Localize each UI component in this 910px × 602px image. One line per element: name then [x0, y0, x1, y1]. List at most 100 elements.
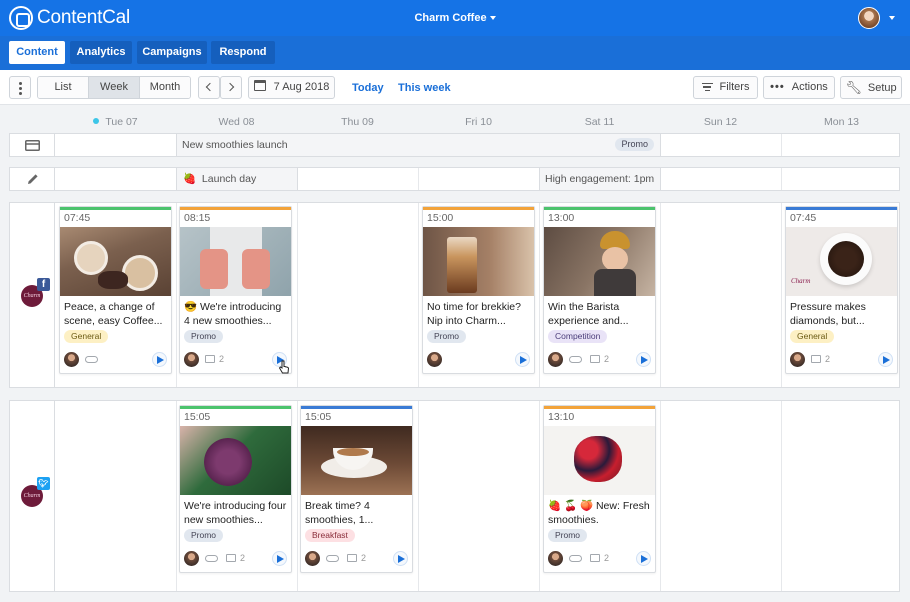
logo-icon [9, 6, 33, 30]
twitter-channel-header: Charm 🐦︎ [10, 401, 55, 591]
post-card[interactable]: 15:00 No time for brekkie? Nip into Char… [422, 206, 535, 374]
post-caption: Break time? 4 smoothies, 1... [305, 500, 374, 526]
post-caption: We're introducing four new smoothies... [184, 500, 287, 526]
post-card[interactable]: 08:15 😎 We're introducing 4 new smoothie… [179, 206, 292, 374]
tab-content[interactable]: Content [9, 41, 65, 64]
app-logo[interactable]: ContentCal [9, 6, 130, 30]
link-icon [205, 555, 218, 562]
logo-watermark: Charm [791, 277, 811, 285]
send-button[interactable] [636, 352, 651, 367]
comment-count: 2 [219, 354, 225, 364]
comment-icon [226, 554, 236, 562]
cell-divider [781, 134, 782, 156]
comment-icon [811, 355, 821, 363]
post-tag: Promo [184, 529, 224, 542]
post-caption: Peace, a change of scene, easy Coffee... [64, 301, 163, 327]
wrench-icon: 🔧︎ [845, 80, 862, 95]
day-label: Tue 07 [105, 116, 138, 128]
facebook-icon: f [37, 278, 50, 291]
author-avatar [548, 352, 563, 367]
post-image [180, 227, 291, 296]
post-time: 08:15 [184, 212, 211, 224]
post-tag: Promo [184, 330, 224, 343]
link-icon [569, 356, 582, 363]
cell-divider [297, 401, 298, 591]
actions-button[interactable]: ••• Actions [763, 76, 835, 99]
user-avatar[interactable] [858, 7, 880, 29]
post-card[interactable]: 15:05 Break time? 4 smoothies, 1... Brea… [300, 405, 413, 573]
post-tag: Promo [427, 330, 467, 343]
post-caption: Pressure makes diamonds, but... [790, 301, 866, 327]
note-launch-label: Launch day [201, 173, 257, 185]
author-avatar [184, 352, 199, 367]
link-icon [85, 356, 98, 363]
post-tag: Promo [548, 529, 588, 542]
campaign-row-header [10, 134, 55, 156]
today-link[interactable]: Today [352, 82, 384, 94]
post-time: 15:05 [184, 411, 211, 423]
prev-week-button[interactable] [198, 76, 220, 99]
view-month-button[interactable]: Month [140, 77, 190, 98]
setup-button[interactable]: 🔧︎ Setup [840, 76, 902, 99]
send-button[interactable] [515, 352, 530, 367]
day-header-fri: Fri 10 [465, 116, 492, 128]
post-card[interactable]: 07:45 Peace, a change of scene, easy Cof… [59, 206, 172, 374]
next-week-button[interactable] [220, 76, 242, 99]
chevron-right-icon [225, 82, 235, 92]
post-image [60, 227, 171, 296]
post-footer [427, 352, 530, 368]
post-card[interactable]: 15:05 We're introducing four new smoothi… [179, 405, 292, 573]
send-button[interactable] [152, 352, 167, 367]
tab-respond[interactable]: Respond [211, 41, 275, 64]
tab-analytics[interactable]: Analytics [70, 41, 132, 64]
campaign-bar[interactable]: New smoothies launch Promo [176, 134, 661, 156]
user-menu-chevron-icon[interactable] [889, 16, 895, 20]
post-tag: Breakfast [305, 529, 355, 542]
date-picker-button[interactable]: 7 Aug 2018 [248, 76, 335, 99]
view-list-button[interactable]: List [38, 77, 89, 98]
post-tag: Competition [548, 330, 608, 343]
post-card[interactable]: 07:45 Charm Pressure makes diamonds, but… [785, 206, 898, 374]
post-footer: 2 [548, 551, 651, 567]
this-week-link[interactable]: This week [398, 82, 451, 94]
author-avatar [64, 352, 79, 367]
post-caption: 🍓 🍒 🍑 New: Fresh smoothies. [548, 500, 650, 526]
tab-campaigns[interactable]: Campaigns [137, 41, 207, 64]
send-button[interactable] [393, 551, 408, 566]
calendar-icon [253, 80, 266, 91]
post-time: 07:45 [790, 212, 817, 224]
day-header-mon: Mon 13 [823, 116, 860, 128]
comment-count: 2 [825, 354, 831, 364]
note-launch-day[interactable]: 🍓 Launch day [176, 168, 298, 190]
strawberry-icon: 🍓 [183, 173, 197, 185]
post-caption: No time for brekkie? Nip into Charm... [427, 301, 521, 327]
account-switcher[interactable]: Charm Coffee [400, 12, 510, 24]
cell-divider [176, 203, 177, 387]
hand-cursor-icon [278, 360, 290, 374]
post-image [301, 426, 412, 495]
send-button[interactable] [636, 551, 651, 566]
notes-row: 🍓 Launch day High engagement: 1pm [9, 167, 900, 191]
more-options-icon[interactable] [9, 76, 31, 99]
cell-divider [781, 168, 782, 190]
view-week-button[interactable]: Week [89, 77, 140, 98]
post-image [544, 426, 655, 495]
account-name: Charm Coffee [414, 12, 487, 24]
author-avatar [184, 551, 199, 566]
send-button[interactable] [272, 551, 287, 566]
post-card[interactable]: 13:00 Win the Barista experience and... … [543, 206, 656, 374]
cell-divider [297, 203, 298, 387]
notes-row-header [10, 168, 55, 190]
post-caption: Win the Barista experience and... [548, 301, 629, 327]
filters-button[interactable]: Filters [693, 76, 758, 99]
cell-divider [660, 401, 661, 591]
note-engagement-label: High engagement: 1pm [545, 173, 655, 185]
main-nav: Content Analytics Campaigns Respond [0, 36, 910, 70]
post-card[interactable]: 13:10 🍓 🍒 🍑 New: Fresh smoothies. Promo … [543, 405, 656, 573]
setup-label: Setup [867, 82, 897, 94]
day-header-sun: Sun 12 [703, 116, 738, 128]
post-footer [64, 352, 167, 368]
cell-divider [418, 203, 419, 387]
send-button[interactable] [878, 352, 893, 367]
note-high-engagement[interactable]: High engagement: 1pm [539, 168, 661, 190]
